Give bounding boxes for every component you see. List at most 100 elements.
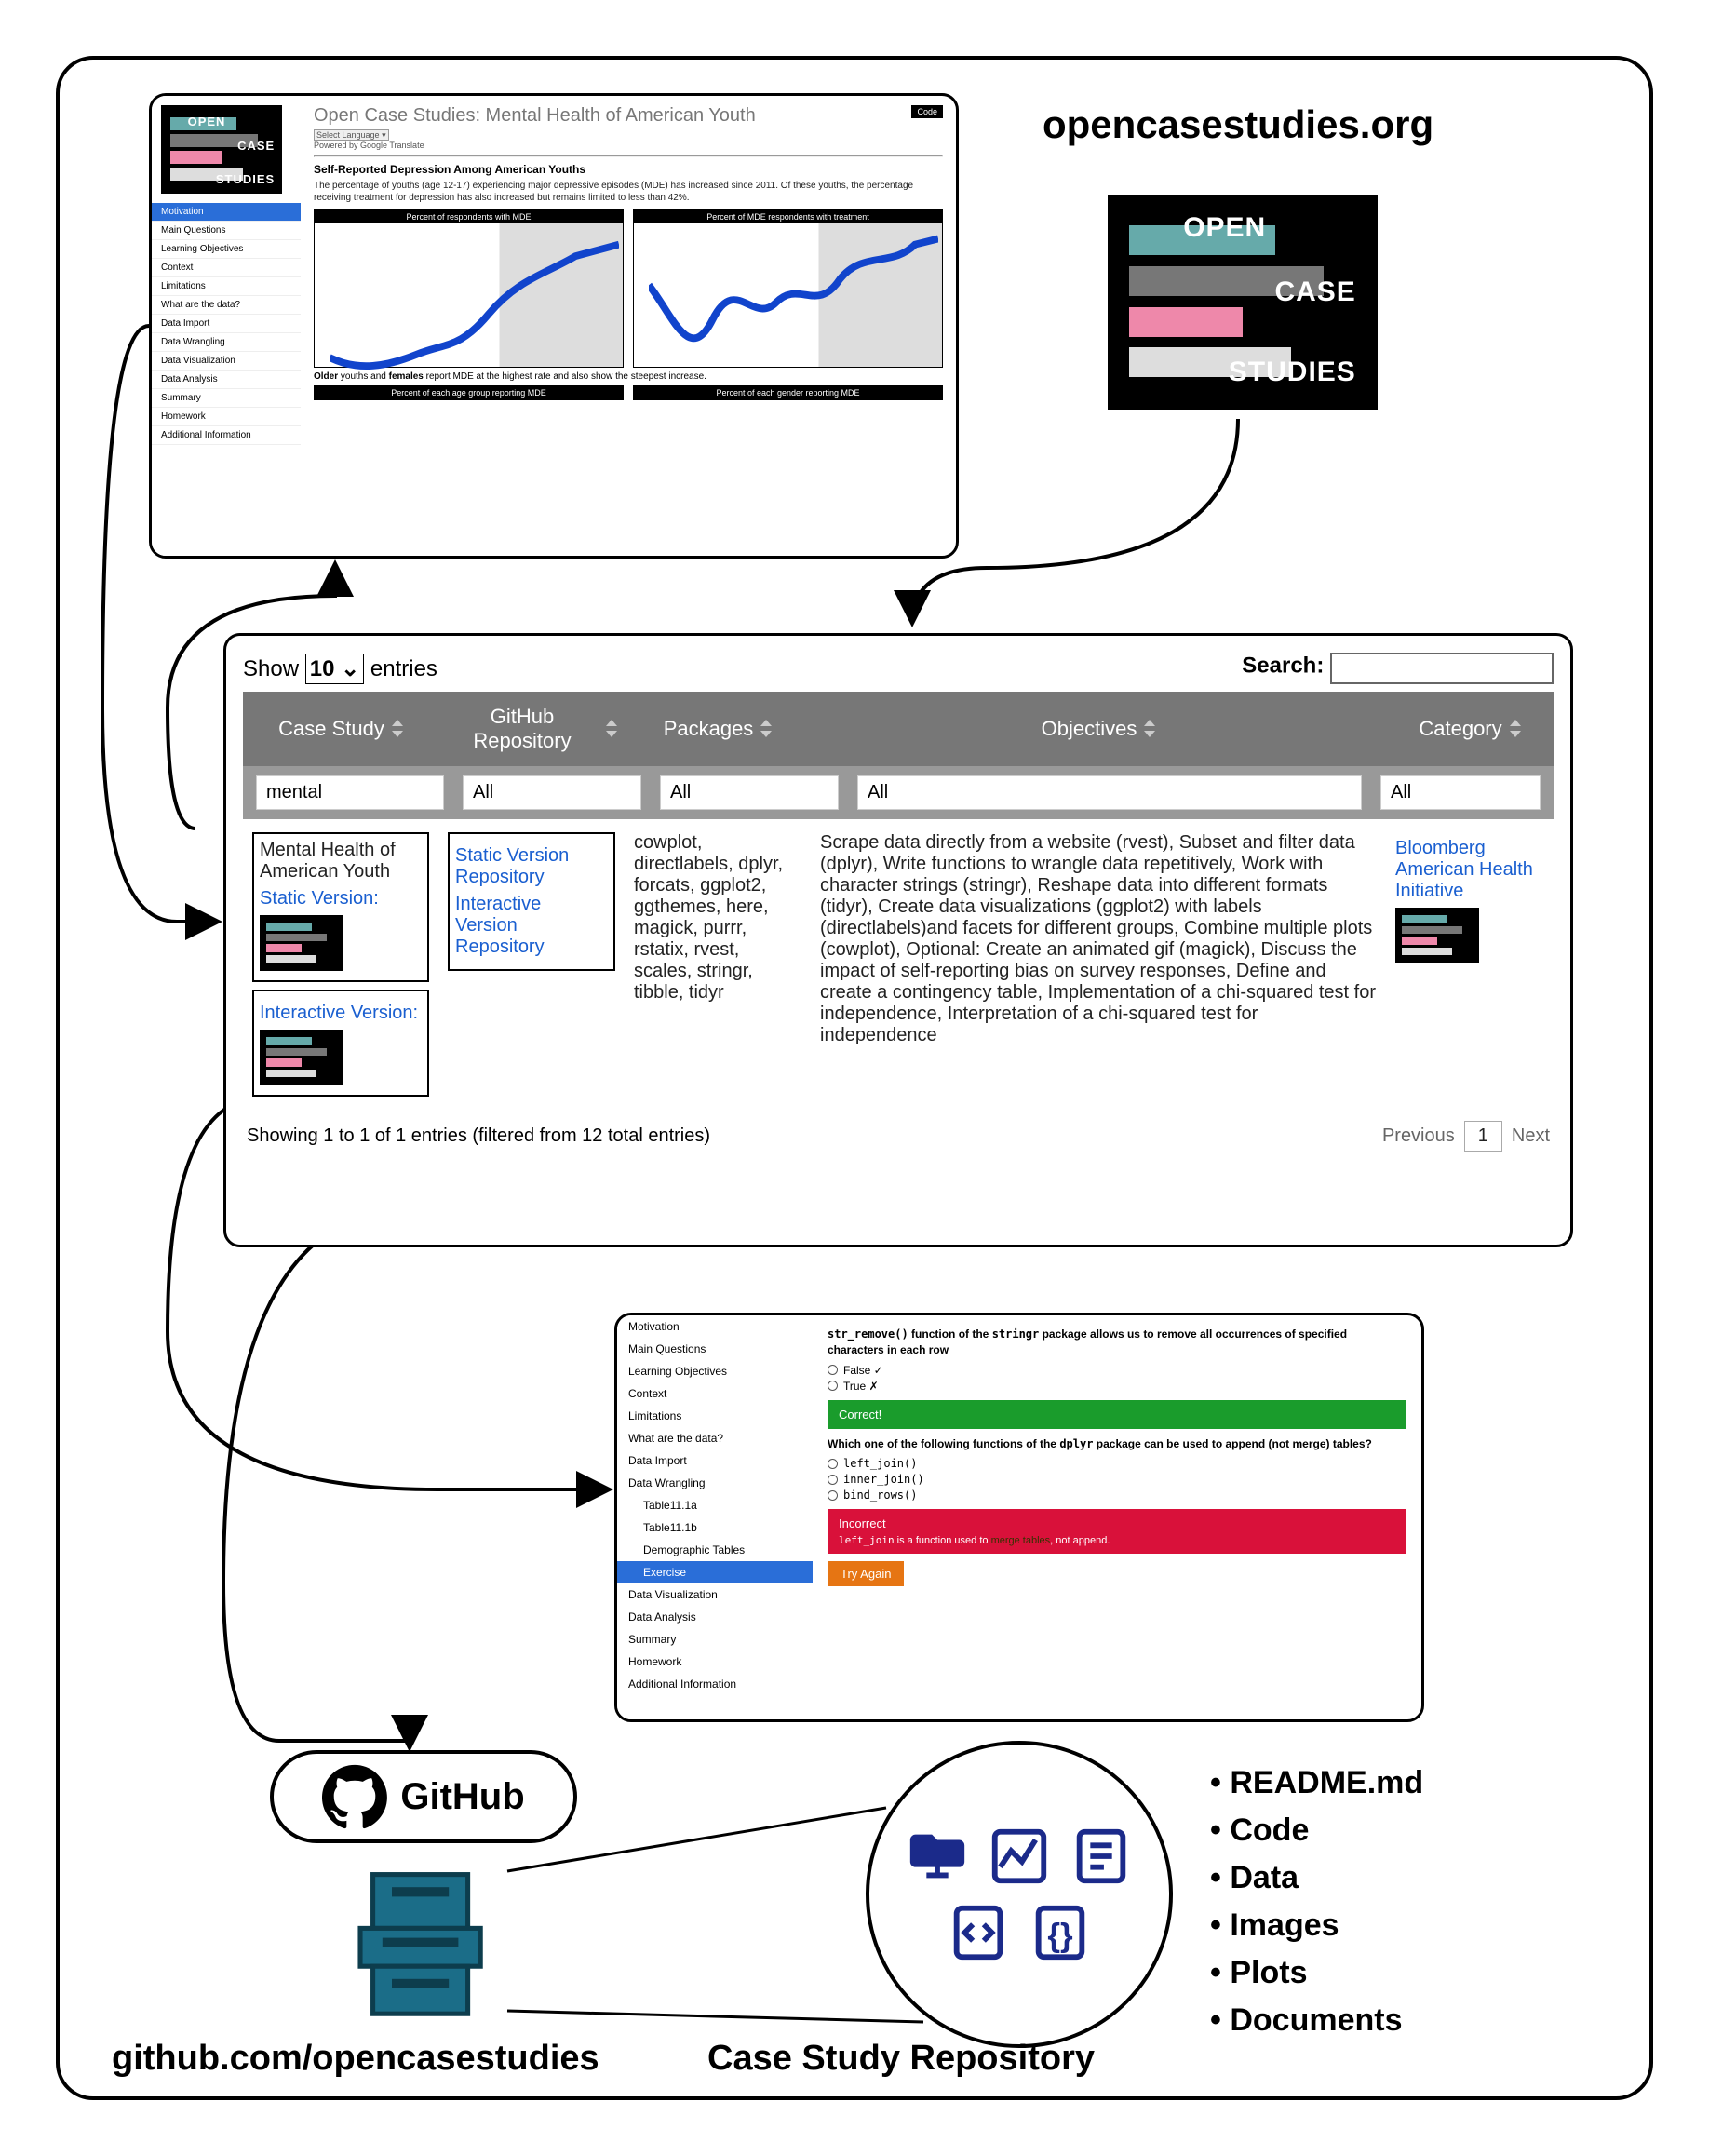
chart-file-icon [987,1824,1052,1889]
entries-control: Show 10 ⌄ entries [243,655,437,682]
quiz-question-2: Which one of the following functions of … [828,1436,1406,1452]
static-version-cell: Mental Health of American Youth Static V… [252,832,429,982]
preview-nav-item[interactable]: Summary [152,389,301,408]
quiz-option[interactable]: left_join() [828,1457,1406,1470]
code-file-icon [946,1900,1011,1965]
preview-nav-item[interactable]: What are the data? [152,296,301,315]
code-toggle-button[interactable]: Code [911,105,943,118]
radio-icon [828,1365,838,1375]
try-again-button[interactable]: Try Again [828,1561,904,1586]
repo-contents-list: README.mdCodeDataImagesPlotsDocuments [1210,1759,1423,2044]
quiz-nav-item[interactable]: Data Visualization [617,1583,813,1606]
repo-item: Code [1210,1807,1423,1854]
col-github[interactable]: GitHub Repository [438,692,625,766]
quiz-question-1: str_remove() function of the stringr pac… [828,1327,1406,1358]
filter-case-study[interactable] [256,775,444,810]
text-file-icon [1069,1824,1134,1889]
interactive-quiz-preview: MotivationMain QuestionsLearning Objecti… [614,1313,1424,1722]
github-url-label: github.com/opencasestudies [112,2039,599,2079]
filter-packages[interactable] [660,775,839,810]
braces-file-icon: {} [1028,1900,1093,1965]
quiz-nav-item[interactable]: Motivation [617,1315,813,1338]
quiz-option[interactable]: True ✗ [828,1380,1406,1393]
repo-item: Plots [1210,1949,1423,1997]
entries-select[interactable]: 10 ⌄ [305,654,364,684]
radio-icon [828,1381,838,1391]
radio-icon [828,1459,838,1469]
repo-item: README.md [1210,1759,1423,1807]
quiz-option[interactable]: bind_rows() [828,1489,1406,1502]
repo-item: Documents [1210,1997,1423,2044]
preview-nav-item[interactable]: Additional Information [152,426,301,445]
interactive-version-link[interactable]: Interactive Version: [260,1003,422,1024]
static-version-link[interactable]: Static Version: [260,888,422,910]
page-title: Open Case Studies: Mental Health of Amer… [314,105,943,127]
category-link[interactable]: Bloomberg American Health Initiative [1395,838,1544,902]
chart-mde-percent: Percent of respondents with MDE [314,209,624,368]
filter-category[interactable] [1380,775,1541,810]
quiz-nav-item[interactable]: Learning Objectives [617,1360,813,1382]
quiz-nav-item[interactable]: What are the data? [617,1427,813,1449]
preview-nav-item[interactable]: Limitations [152,277,301,296]
table-info: Showing 1 to 1 of 1 entries (filtered fr… [247,1125,710,1147]
preview-nav-item[interactable]: Context [152,259,301,277]
repo-item: Data [1210,1854,1423,1902]
ocs-logo-thumb[interactable] [260,915,343,971]
preview-nav-item[interactable]: Main Questions [152,222,301,240]
preview-nav-item[interactable]: Homework [152,408,301,426]
quiz-nav-item[interactable]: Limitations [617,1405,813,1427]
repo-label: Case Study Repository [707,2039,1095,2079]
preview-nav-item[interactable]: Data Visualization [152,352,301,371]
quiz-nav-item[interactable]: Data Analysis [617,1606,813,1628]
col-objectives[interactable]: Objectives [811,692,1386,766]
quiz-option[interactable]: False ✓ [828,1364,1406,1377]
quiz-nav-item[interactable]: Exercise [617,1561,813,1583]
correct-banner: Correct! [828,1400,1406,1429]
static-site-preview: Code OPEN CASE STUDIES MotivationMain Qu… [149,93,959,559]
case-study-table-panel: Show 10 ⌄ entries Search: Case Study Git… [223,633,1573,1247]
preview-nav-item[interactable]: Motivation [152,203,301,222]
quiz-nav-item[interactable]: Additional Information [617,1673,813,1695]
file-cabinet-icon [344,1862,503,2020]
interactive-repo-link[interactable]: Interactive Version Repository [455,894,608,958]
col-category[interactable]: Category [1386,692,1554,766]
ocs-logo-thumb[interactable] [260,1030,343,1085]
quiz-nav-item[interactable]: Data Wrangling [617,1472,813,1494]
language-select[interactable]: Select Language ▾ [314,129,389,141]
quiz-nav-item[interactable]: Context [617,1382,813,1405]
filter-objectives[interactable] [857,775,1362,810]
static-repo-link[interactable]: Static Version Repository [455,845,608,888]
preview-nav-item[interactable]: Data Analysis [152,371,301,389]
objectives-cell: Scrape data directly from a website (rve… [811,825,1386,1112]
preview-nav: MotivationMain QuestionsLearning Objecti… [152,203,301,445]
radio-icon [828,1490,838,1501]
ocs-logo-small: OPEN CASE STUDIES [161,105,282,194]
folder-network-icon [905,1824,970,1889]
section-text: The percentage of youths (age 12-17) exp… [314,180,943,204]
svg-text:{}: {} [1047,1918,1073,1954]
quiz-nav-item[interactable]: Table11.1a [617,1494,813,1516]
translate-attribution: Powered by Google Translate [314,141,424,150]
page-number[interactable]: 1 [1464,1121,1502,1152]
filter-github[interactable] [463,775,641,810]
repo-contents-circle: {} [866,1741,1173,2048]
col-case-study[interactable]: Case Study [243,692,438,766]
preview-nav-item[interactable]: Data Import [152,315,301,333]
quiz-nav-item[interactable]: Homework [617,1651,813,1673]
quiz-option[interactable]: inner_join() [828,1473,1406,1486]
quiz-nav-item[interactable]: Data Import [617,1449,813,1472]
preview-nav-item[interactable]: Learning Objectives [152,240,301,259]
search-input[interactable] [1330,653,1554,684]
packages-cell: cowplot, directlabels, dplyr, forcats, g… [625,825,811,1112]
prev-button[interactable]: Previous [1382,1125,1455,1147]
col-packages[interactable]: Packages [625,692,811,766]
quiz-sidebar: MotivationMain QuestionsLearning Objecti… [617,1315,813,1719]
chart-treatment-percent: Percent of MDE respondents with treatmen… [633,209,943,368]
quiz-nav-item[interactable]: Summary [617,1628,813,1651]
pagination: Previous 1 Next [1382,1121,1550,1152]
preview-nav-item[interactable]: Data Wrangling [152,333,301,352]
next-button[interactable]: Next [1512,1125,1550,1147]
quiz-nav-item[interactable]: Main Questions [617,1338,813,1360]
quiz-nav-item[interactable]: Demographic Tables [617,1539,813,1561]
quiz-nav-item[interactable]: Table11.1b [617,1516,813,1539]
